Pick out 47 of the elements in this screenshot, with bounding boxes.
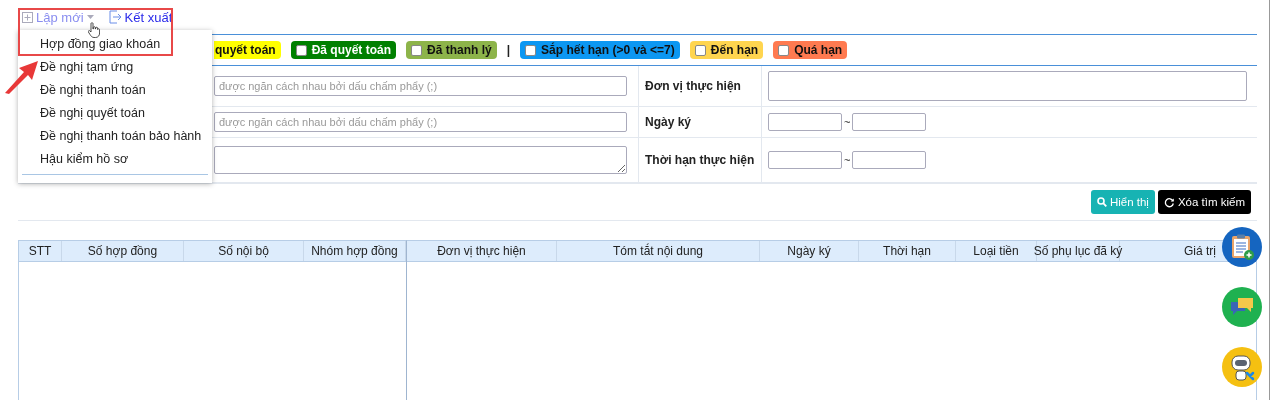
export-button[interactable]: Kết xuất <box>107 9 173 25</box>
field-label: Thời hạn thực hiện <box>645 153 755 167</box>
clear-search-button[interactable]: Xóa tìm kiếm <box>1157 190 1251 214</box>
range-separator: ~ <box>844 154 851 166</box>
filter-separator: | <box>506 43 511 57</box>
menu-item[interactable]: Hậu kiểm hồ sơ <box>18 148 212 171</box>
column-header[interactable]: Ngày ký <box>760 241 859 261</box>
column-header[interactable]: Tóm tắt nội dung <box>557 241 760 261</box>
add-icon <box>22 11 33 23</box>
status-filter-chip[interactable]: Đã thanh lý <box>406 41 497 59</box>
menu-item[interactable]: Đề nghị thanh toán bảo hành <box>18 125 212 148</box>
checkbox[interactable] <box>411 44 422 56</box>
status-filter-chip[interactable]: Đến hạn <box>689 41 764 59</box>
column-header[interactable]: Nhóm hợp đồng <box>304 241 406 261</box>
search-field[interactable]: được ngăn cách nhau bởi dấu chấm phẩy (;) <box>214 76 627 96</box>
status-filter-chip[interactable]: quyết toán <box>214 41 281 59</box>
checkbox[interactable] <box>778 44 790 56</box>
date-from-field[interactable] <box>768 151 842 169</box>
field-label: Đơn vị thực hiện <box>645 79 741 93</box>
column-header[interactable]: Đơn vị thực hiện <box>407 241 557 261</box>
export-icon <box>107 10 122 24</box>
checkbox[interactable] <box>694 44 706 56</box>
chat-icon[interactable] <box>1222 287 1262 327</box>
date-from-field[interactable] <box>768 113 842 131</box>
robot-icon[interactable] <box>1222 347 1262 387</box>
column-header[interactable]: Thời hạn <box>859 241 956 261</box>
search-field[interactable]: được ngăn cách nhau bởi dấu chấm phẩy (;) <box>214 112 627 132</box>
status-filter-chip[interactable]: Quá hạn <box>773 41 848 59</box>
add-document-icon[interactable] <box>1222 227 1262 267</box>
column-header[interactable]: Số nội bộ <box>184 241 304 261</box>
column-header[interactable]: STT <box>19 241 62 261</box>
search-field[interactable] <box>214 146 627 174</box>
date-to-field[interactable] <box>852 113 927 131</box>
unit-field[interactable] <box>768 71 1247 101</box>
refresh-icon <box>1163 196 1175 208</box>
status-filter-chip[interactable]: Đã quyết toán <box>290 41 396 59</box>
menu-item[interactable]: Đề nghị quyết toán <box>18 102 212 125</box>
checkbox[interactable] <box>525 44 537 56</box>
date-to-field[interactable] <box>852 151 927 169</box>
field-label: Ngày ký <box>645 115 692 129</box>
menu-item[interactable]: Đề nghị thanh toán <box>18 79 212 102</box>
checkbox[interactable] <box>295 44 307 56</box>
search-icon <box>1096 197 1107 207</box>
status-filter-chip[interactable]: Sắp hết hạn (>0 và <=7) <box>520 41 680 59</box>
column-header[interactable]: Số hợp đồng <box>62 241 184 261</box>
menu-item[interactable]: Đề nghị tạm ứng <box>18 56 212 79</box>
range-separator: ~ <box>844 116 851 128</box>
